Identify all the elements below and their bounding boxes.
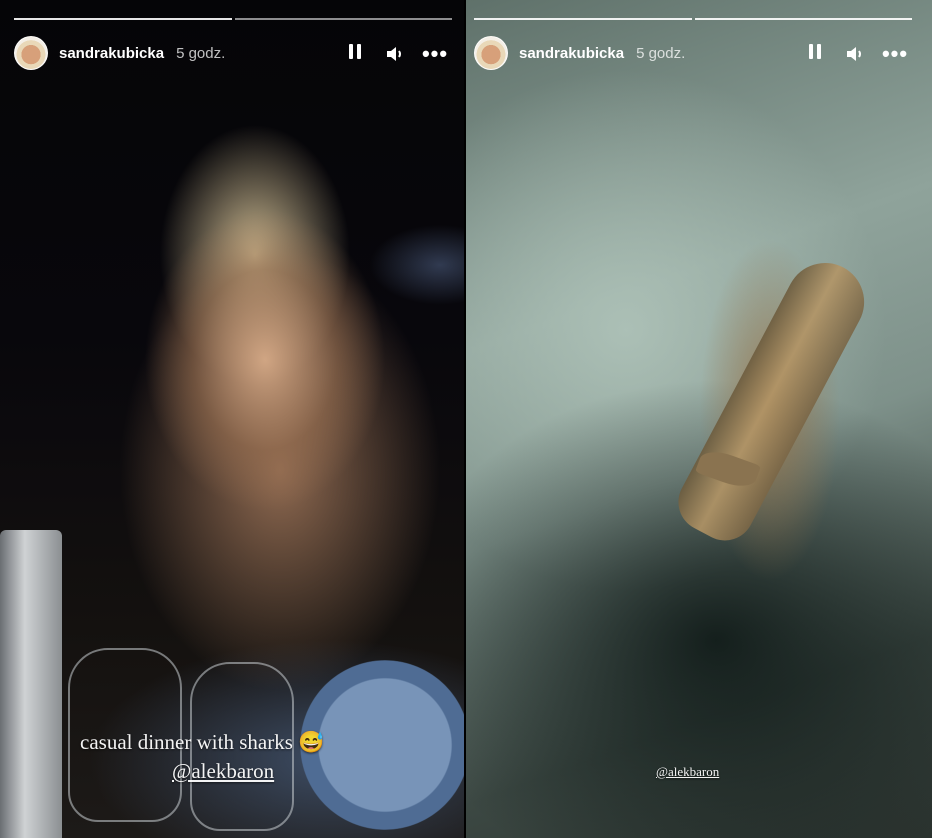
pause-button[interactable]: [344, 43, 366, 65]
story-panel-right[interactable]: sandrakubicka 5 godz. ••• @alekbaron: [466, 0, 932, 838]
avatar[interactable]: [474, 36, 508, 70]
post-time: 5 godz.: [636, 44, 686, 62]
pause-icon: [807, 44, 823, 64]
avatar[interactable]: [14, 36, 48, 70]
post-time: 5 godz.: [176, 44, 226, 62]
story-controls: •••: [804, 41, 909, 66]
story-panel-left[interactable]: sandrakubicka 5 godz. ••• casual dinner …: [0, 0, 464, 838]
more-options-button[interactable]: •••: [881, 41, 909, 66]
plate: [300, 660, 464, 830]
story-controls: •••: [344, 41, 449, 66]
mention-link[interactable]: @alekbaron: [172, 759, 324, 784]
sound-button[interactable]: [384, 43, 406, 65]
speaker-icon: [847, 47, 861, 61]
pause-icon: [347, 44, 363, 64]
story-caption: @alekbaron: [656, 764, 719, 780]
progress-bar: [474, 18, 912, 21]
progress-segment: [234, 18, 452, 20]
more-options-button[interactable]: •••: [421, 41, 449, 66]
story-caption: casual dinner with sharks 😅 @alekbaron: [80, 730, 324, 784]
mention-link[interactable]: @alekbaron: [656, 764, 719, 779]
water-bottle: [0, 530, 62, 838]
more-options-icon: •••: [421, 41, 449, 66]
story-header: sandrakubicka 5 godz.: [474, 35, 685, 71]
caption-text: casual dinner with sharks 😅: [80, 730, 325, 754]
progress-segment: [474, 18, 692, 20]
progress-segment: [694, 18, 912, 20]
username[interactable]: sandrakubicka: [519, 45, 624, 62]
progress-segment: [14, 18, 232, 20]
story-header: sandrakubicka 5 godz.: [14, 35, 225, 71]
pause-button[interactable]: [804, 43, 826, 65]
speaker-icon: [387, 47, 401, 61]
username[interactable]: sandrakubicka: [59, 45, 164, 62]
shark-shape: [668, 249, 878, 551]
more-options-icon: •••: [881, 41, 909, 66]
sound-button[interactable]: [844, 43, 866, 65]
progress-bar: [14, 18, 452, 21]
